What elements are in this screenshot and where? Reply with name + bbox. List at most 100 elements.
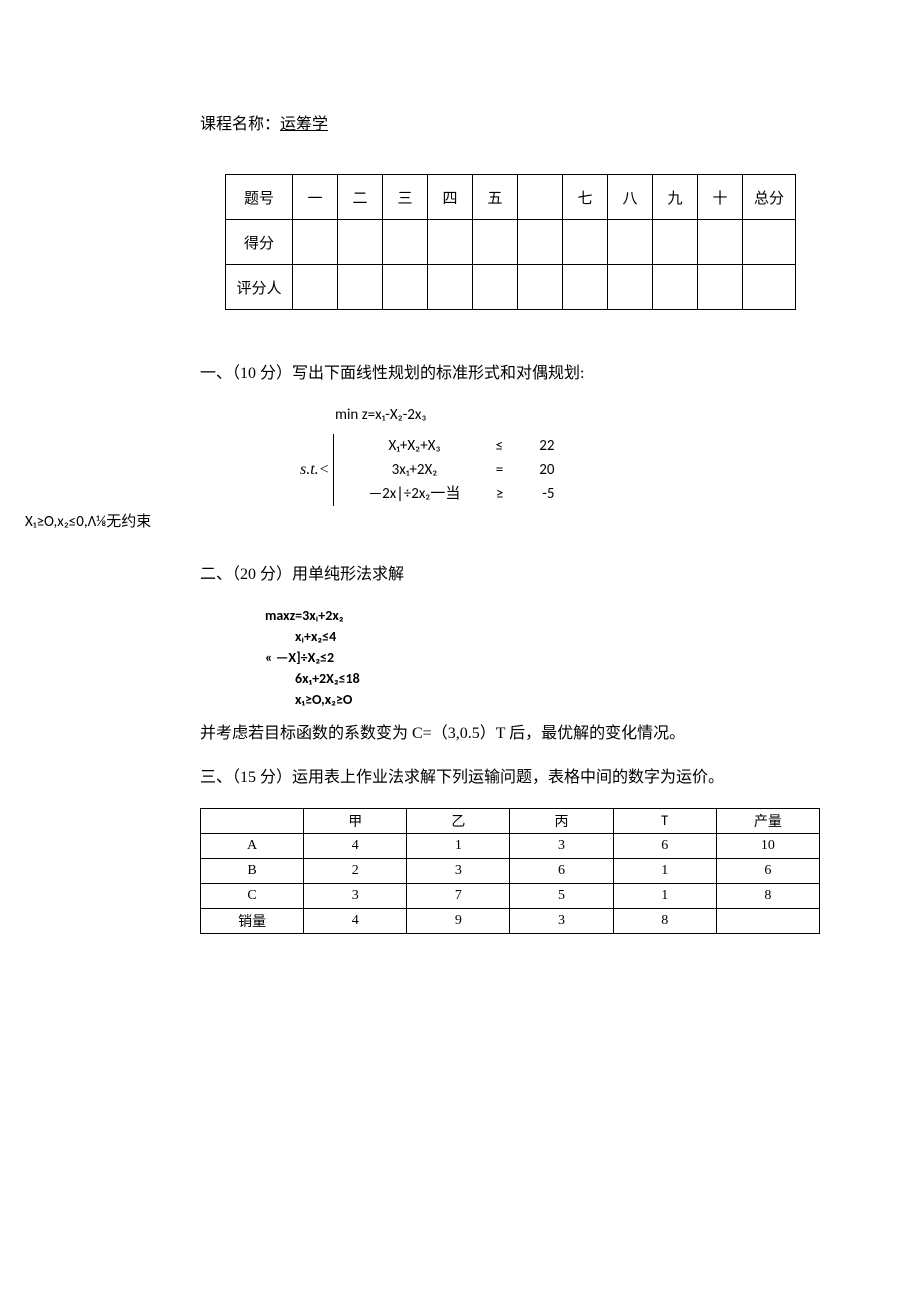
trans-cell: 7 [407,883,510,908]
trans-cell: 3 [407,858,510,883]
q1-c3: —2x∣÷2x₂一当 ≥ -5 [344,482,554,506]
score-head-cell: 五 [473,175,518,220]
trans-row-demand: 销量 4 9 3 8 [201,908,820,933]
score-header-row: 题号 一 二 三 四 五 七 八 九 十 总分 [226,175,796,220]
q2-formula: maxz=3xᵢ+2x₂ xᵢ+x₂≤4 « —X]÷X₂≤2 6x₁+2X₂≤… [265,605,850,710]
score-cell [608,265,653,310]
score-cell [428,265,473,310]
score-table: 题号 一 二 三 四 五 七 八 九 十 总分 得分 评分人 [225,174,796,310]
score-cell [563,265,608,310]
score-cell [383,265,428,310]
score-head-cell: 总分 [743,175,796,220]
score-points-row: 得分 [226,220,796,265]
trans-cell: B [201,858,304,883]
document-page: 课程名称：运筹学 题号 一 二 三 四 五 七 八 九 十 总分 得分 评分人 … [0,0,920,1034]
q1-constraints: s.t.< X₁+X₂+X₃ ≤ 22 3x₁+2X₂ = 20 —2x∣÷2x… [300,434,850,506]
score-head-cell: 四 [428,175,473,220]
score-cell [653,220,698,265]
q1-brace: X₁+X₂+X₃ ≤ 22 3x₁+2X₂ = 20 —2x∣÷2x₂一当 ≥ … [333,434,554,506]
trans-cell: 1 [613,883,716,908]
q1-c1-op: ≤ [484,434,514,458]
score-head-cell: 九 [653,175,698,220]
q2-l3: « —X]÷X₂≤2 [265,647,850,668]
score-cell [653,265,698,310]
q1-st-label: s.t.< [300,461,333,479]
trans-cell: 8 [716,883,819,908]
score-cell [383,220,428,265]
trans-cell: 6 [510,858,613,883]
q2-l2: xᵢ+x₂≤4 [265,626,850,647]
q1-c1-lhs: X₁+X₂+X₃ [344,434,484,458]
q1-c2-lhs: 3x₁+2X₂ [344,458,484,482]
score-cell [338,265,383,310]
score-cell [608,220,653,265]
q1-c1: X₁+X₂+X₃ ≤ 22 [344,434,554,458]
course-label: 课程名称： [200,116,280,133]
score-head-cell: 二 [338,175,383,220]
q1-var-conditions: X₁≥O,x₂≤0,Λ⅛无约束 [25,510,850,531]
score-head-cell: 题号 [226,175,293,220]
trans-cell: 9 [407,908,510,933]
score-head-cell: 八 [608,175,653,220]
q1-c2-op: = [484,458,514,482]
q1-objective: min z=x₁-X₂-2x₃ [335,404,850,427]
trans-cell: 2 [304,858,407,883]
transport-table: 甲 乙 丙 T 产量 A 4 1 3 6 10 B 2 3 6 1 6 C 3 … [200,808,820,934]
trans-cell: C [201,883,304,908]
trans-cell: A [201,833,304,858]
q1-c3-rhs: -5 [514,482,554,506]
trans-cell: 3 [510,908,613,933]
trans-cell: 1 [407,833,510,858]
score-head-cell: 七 [563,175,608,220]
q1-c2-rhs: 20 [514,458,554,482]
q1-obj-line: min z=x₁-X₂-2x₃ [335,404,850,427]
trans-cell: 4 [304,908,407,933]
question-3-text: 三、（15 分）运用表上作业法求解下列运输问题，表格中间的数字为运价。 [200,764,850,793]
score-head-cell: 一 [293,175,338,220]
course-line: 课程名称：运筹学 [200,110,850,134]
trans-head: 产量 [716,808,819,833]
course-name: 运筹学 [280,116,328,133]
trans-head: 丙 [510,808,613,833]
trans-cell [716,908,819,933]
score-cell [338,220,383,265]
trans-row-a: A 4 1 3 6 10 [201,833,820,858]
score-cell [563,220,608,265]
question-2-text: 二、（20 分）用单纯形法求解 [200,561,850,590]
trans-row-b: B 2 3 6 1 6 [201,858,820,883]
score-row-label: 评分人 [226,265,293,310]
trans-cell: 4 [304,833,407,858]
q1-c3-lhs: —2x∣÷2x₂一当 [344,482,484,506]
score-cell [698,265,743,310]
trans-cell: 10 [716,833,819,858]
q2-l5: x₁≥O,x₂≥O [265,689,850,710]
trans-cell: 1 [613,858,716,883]
score-cell [698,220,743,265]
score-row-label: 得分 [226,220,293,265]
trans-cell: 5 [510,883,613,908]
trans-cell: 销量 [201,908,304,933]
score-cell [293,220,338,265]
q1-c2: 3x₁+2X₂ = 20 [344,458,554,482]
score-grader-row: 评分人 [226,265,796,310]
trans-head [201,808,304,833]
score-cell [518,265,563,310]
q1-c3-op: ≥ [484,482,514,506]
trans-cell: 3 [510,833,613,858]
score-cell [473,220,518,265]
trans-head: T [613,808,716,833]
trans-head: 甲 [304,808,407,833]
q2-l4: 6x₁+2X₂≤18 [265,668,850,689]
q1-c1-rhs: 22 [514,434,554,458]
score-head-cell: 十 [698,175,743,220]
score-cell [473,265,518,310]
score-head-cell: 三 [383,175,428,220]
score-cell [293,265,338,310]
q2-after: 并考虑若目标函数的系数变为 C=（3,0.5）T 后，最优解的变化情况。 [200,720,850,749]
q2-l1: maxz=3xᵢ+2x₂ [265,605,850,626]
question-1-text: 一、（10 分）写出下面线性规划的标准形式和对偶规划: [200,360,850,389]
score-cell [743,220,796,265]
trans-cell: 8 [613,908,716,933]
trans-cell: 3 [304,883,407,908]
trans-head: 乙 [407,808,510,833]
